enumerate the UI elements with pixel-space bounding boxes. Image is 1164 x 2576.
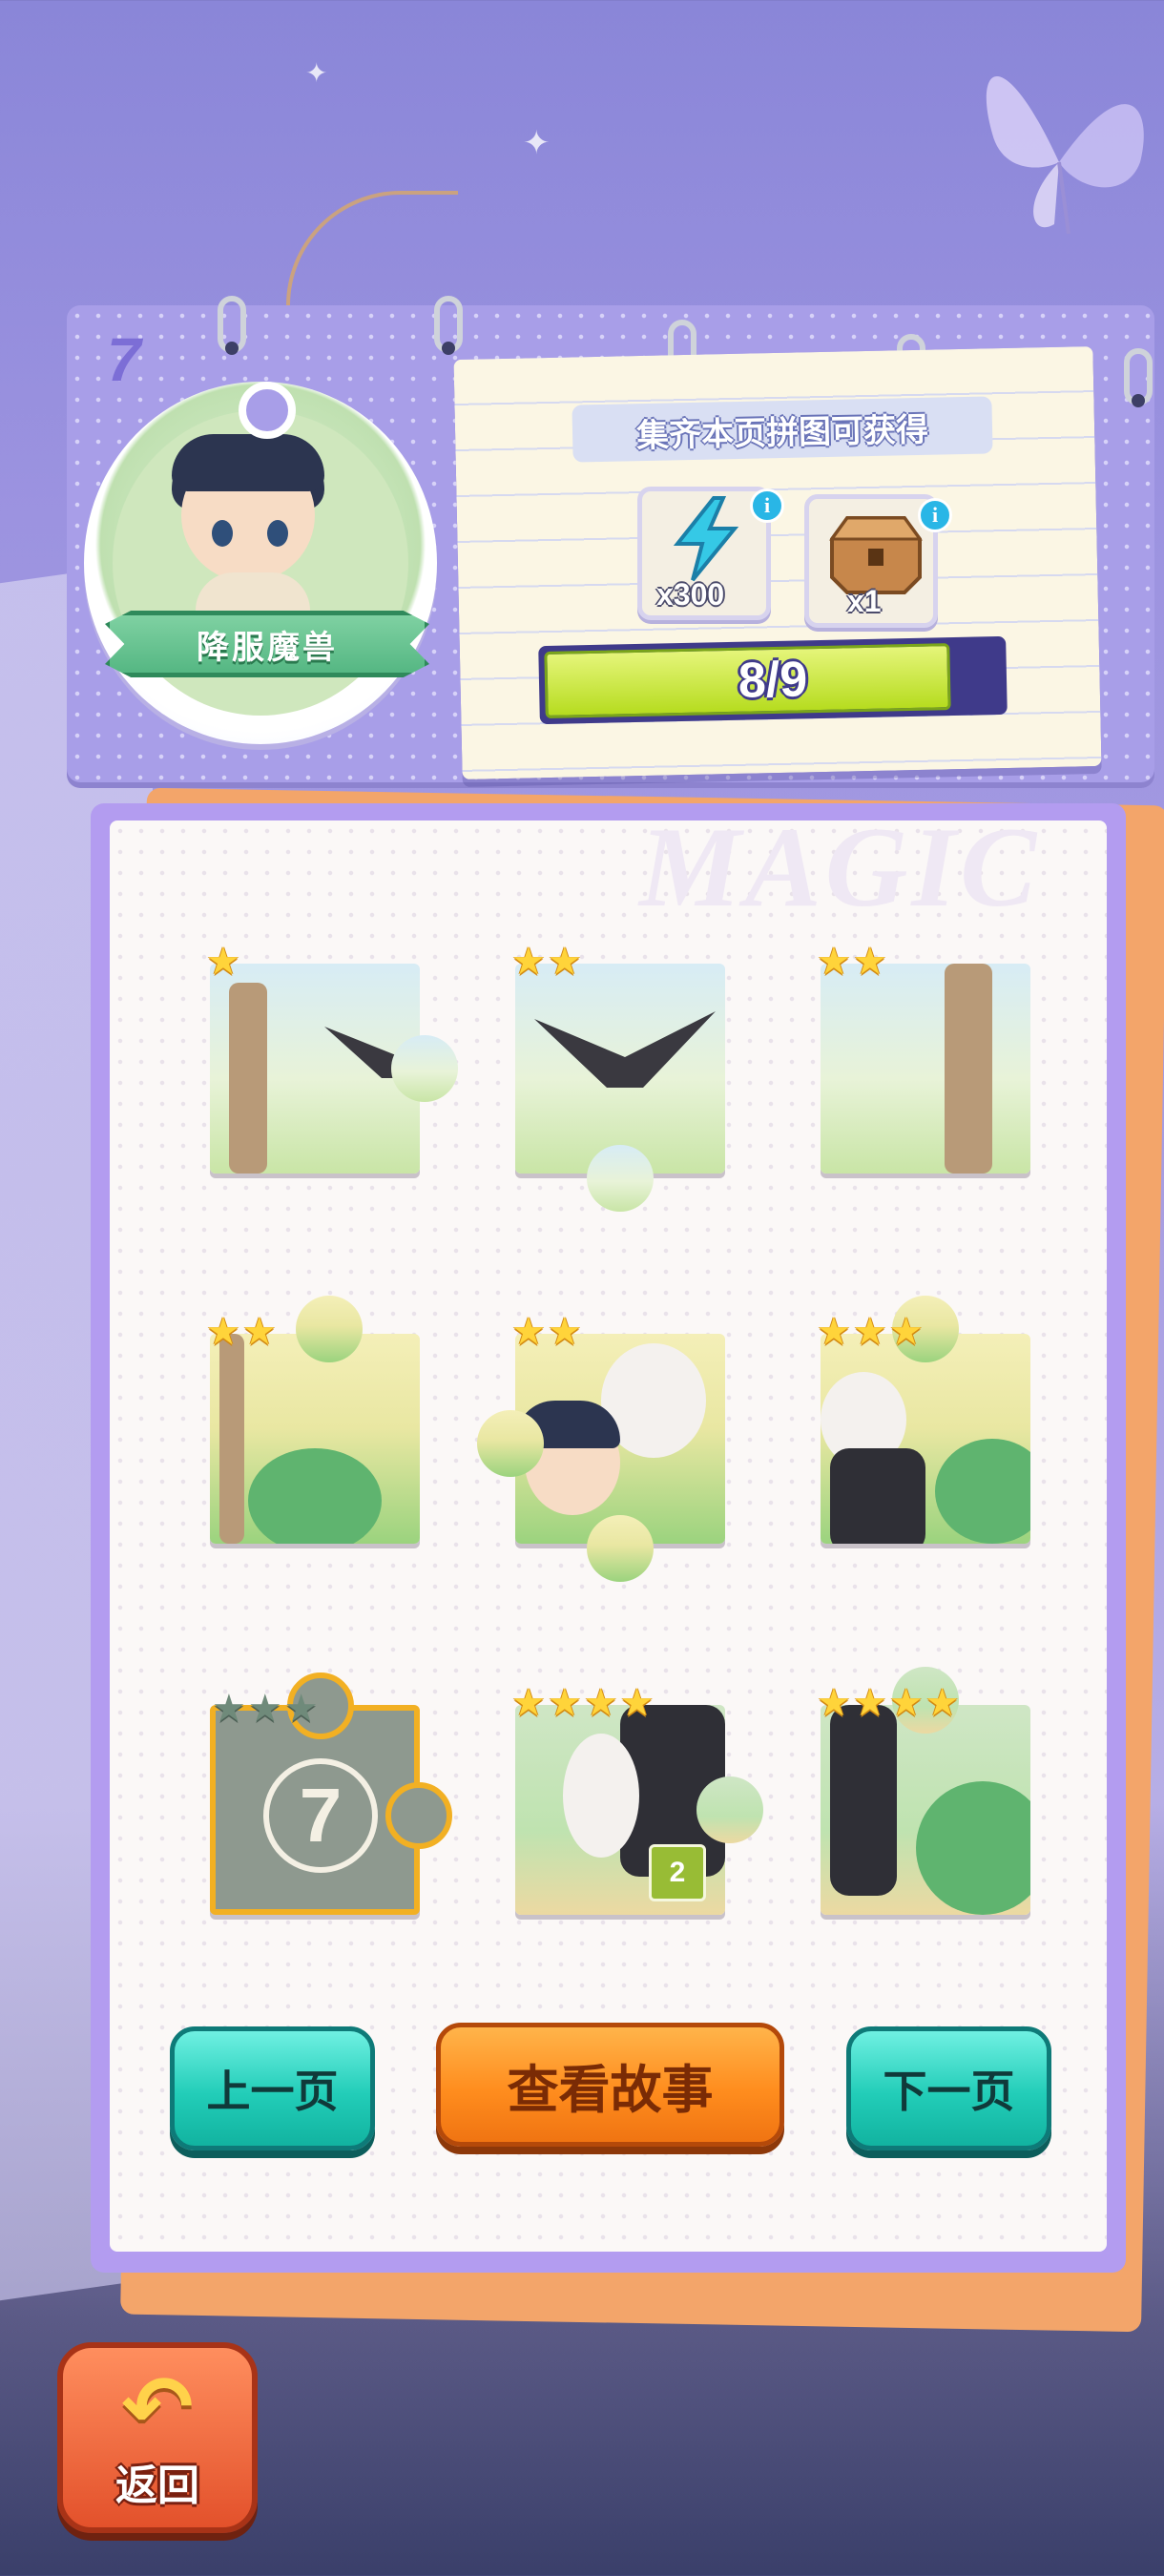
star-icon: ★ — [817, 1681, 851, 1725]
piece-count-badge: 2 — [649, 1844, 706, 1901]
puzzle-piece[interactable]: ★ ★ — [206, 1296, 420, 1544]
next-page-button[interactable]: 下一页 — [846, 2026, 1051, 2150]
star-icon: ★ — [888, 1310, 924, 1354]
star-icon: ★ — [852, 1681, 887, 1725]
puzzle-piece-locked[interactable]: 7 ★ ★ ★ — [210, 1672, 452, 1915]
butterfly-icon — [986, 76, 1144, 235]
return-arrow-icon: ↶ — [121, 2358, 194, 2458]
reward-quantity: x1 — [847, 584, 882, 618]
piece-stars: ★ ★ — [206, 1313, 277, 1351]
star-icon: ★ — [206, 940, 240, 984]
puzzle-piece[interactable]: ★ — [206, 943, 458, 1174]
piece-stars: ★ — [206, 943, 240, 981]
piece-stars: ★ ★ ★ — [817, 1313, 924, 1351]
puzzle-piece[interactable]: 2 ★ ★ ★ ★ — [511, 1684, 763, 1915]
reward-quantity: x300 — [656, 577, 725, 612]
piece-stars: ★ ★ — [817, 943, 887, 981]
star-icon: ★ — [511, 1681, 546, 1725]
prev-page-button[interactable]: 上一页 — [170, 2026, 375, 2150]
back-button[interactable]: ↶ 返回 — [57, 2342, 258, 2533]
puzzle-piece[interactable]: ★ ★ — [477, 1313, 725, 1582]
puzzle-piece[interactable]: ★ ★ — [817, 943, 1030, 1174]
star-icon: ★ — [283, 1687, 319, 1731]
star-icon: ★ — [212, 1687, 246, 1731]
view-story-button[interactable]: 查看故事 — [436, 2023, 784, 2147]
binder-ring — [434, 296, 463, 355]
star-icon: ★ — [817, 1310, 851, 1354]
page-number: 7 — [107, 325, 141, 394]
piece-stars: ★ ★ — [511, 1313, 582, 1351]
character-eye — [212, 520, 233, 547]
piece-stars: ★ ★ ★ ★ — [817, 1684, 959, 1722]
piece-stars: ★ ★ ★ ★ — [511, 1684, 654, 1722]
star-icon: ★ — [247, 1687, 282, 1731]
medallion-hole — [239, 382, 296, 439]
star-icon: ★ — [547, 1681, 582, 1725]
star-icon: ★ — [852, 940, 887, 984]
star-icon: ★ — [511, 1310, 546, 1354]
star-icon: ★ — [547, 940, 582, 984]
puzzle-piece[interactable]: ★ ★ — [511, 943, 725, 1212]
progress-text: 8/9 — [738, 652, 808, 709]
piece-stars: ★ ★ ★ — [212, 1690, 319, 1728]
info-icon[interactable]: i — [918, 498, 952, 532]
star-icon: ★ — [583, 1681, 618, 1725]
sparkle-icon: ✦ — [305, 57, 328, 89]
binder-ring — [1124, 348, 1153, 407]
star-icon: ★ — [888, 1681, 924, 1725]
character-eye — [267, 520, 288, 547]
star-icon: ★ — [817, 940, 851, 984]
star-icon: ★ — [206, 1310, 240, 1354]
binder-ring — [218, 296, 246, 355]
star-icon: ★ — [547, 1310, 582, 1354]
reward-title: 集齐本页拼图可获得 — [572, 396, 993, 463]
board-watermark: MAGIC — [639, 803, 1041, 930]
puzzle-piece[interactable]: ★ ★ ★ — [817, 1296, 1030, 1544]
star-icon: ★ — [925, 1681, 960, 1725]
back-label: 返回 — [115, 2462, 199, 2510]
star-icon: ★ — [241, 1310, 277, 1354]
chapter-title-ribbon: 降服魔兽 — [105, 611, 429, 677]
star-icon: ★ — [619, 1681, 655, 1725]
energy-bolt-icon — [673, 496, 739, 582]
chapter-title: 降服魔兽 — [197, 628, 338, 667]
star-icon: ★ — [511, 940, 546, 984]
character-fringe — [172, 434, 324, 491]
piece-stars: ★ ★ — [511, 943, 582, 981]
puzzle-piece[interactable]: ★ ★ ★ ★ — [817, 1667, 1030, 1915]
locked-piece-number: 7 — [263, 1758, 378, 1873]
star-icon: ★ — [852, 1310, 887, 1354]
sparkle-icon: ✦ — [523, 124, 551, 162]
info-icon[interactable]: i — [750, 488, 784, 523]
